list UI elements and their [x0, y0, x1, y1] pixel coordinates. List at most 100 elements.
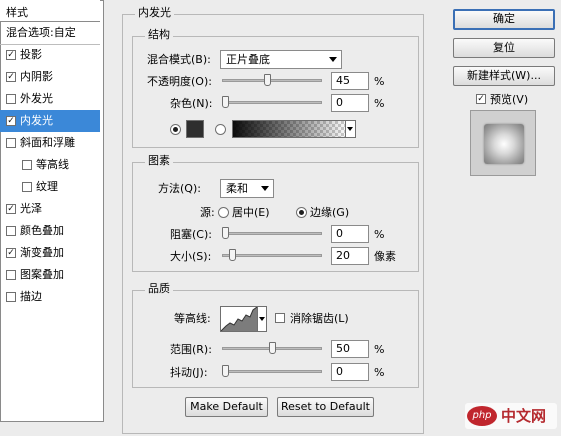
style-list-panel: 样式 混合选项:自定 ✓ 投影 ✓ 内阴影 外发光 ✓ 内发光 斜面和浮雕 等高线 纹理 ✓ 光泽 颜色叠… — [0, 0, 104, 422]
noise-value: 0 — [336, 96, 343, 109]
range-slider-thumb[interactable] — [269, 342, 276, 354]
reset-to-default-button[interactable]: Reset to Default — [277, 397, 374, 417]
style-item-satin[interactable]: ✓ 光泽 — [0, 198, 100, 220]
glow-color-swatch[interactable] — [186, 120, 204, 138]
blend-mode-select[interactable]: 正片叠底 — [220, 50, 342, 69]
style-item-outer-glow[interactable]: 外发光 — [0, 88, 100, 110]
style-item-checkbox[interactable]: ✓ — [6, 248, 16, 258]
reset-button[interactable]: 复位 — [453, 38, 555, 58]
gradient-radio[interactable] — [215, 124, 226, 135]
opacity-slider[interactable] — [222, 79, 322, 82]
watermark-text: 中文网 — [501, 407, 547, 425]
jitter-unit: % — [374, 366, 385, 379]
preview-thumbnail — [484, 124, 524, 164]
style-item-pattern-overlay[interactable]: 图案叠加 — [0, 264, 100, 286]
style-item-stroke[interactable]: 描边 — [0, 286, 100, 308]
antialias-checkbox[interactable] — [275, 313, 285, 323]
gradient-dropdown-icon[interactable] — [345, 121, 355, 137]
quality-title: 品质 — [145, 282, 173, 296]
style-preview — [470, 110, 536, 176]
style-item-color-overlay[interactable]: 颜色叠加 — [0, 220, 100, 242]
jitter-input[interactable]: 0 — [331, 363, 369, 381]
style-item-blend-options[interactable]: 混合选项:自定 — [0, 22, 100, 45]
new-style-button[interactable]: 新建样式(W)... — [453, 66, 555, 86]
style-item-checkbox[interactable]: ✓ — [6, 116, 16, 126]
choke-input[interactable]: 0 — [331, 225, 369, 243]
opacity-slider-thumb[interactable] — [264, 74, 271, 86]
elements-title: 图素 — [145, 154, 173, 168]
range-unit: % — [374, 343, 385, 356]
make-default-button[interactable]: Make Default — [185, 397, 268, 417]
style-item-label: 渐变叠加 — [20, 246, 64, 259]
size-slider[interactable] — [222, 254, 322, 257]
contour-picker[interactable] — [220, 306, 258, 332]
style-item-texture[interactable]: 纹理 — [0, 176, 100, 198]
style-item-inner-shadow[interactable]: ✓ 内阴影 — [0, 66, 100, 88]
style-item-label: 等高线 — [36, 158, 69, 171]
style-item-label: 光泽 — [20, 202, 42, 215]
range-input[interactable]: 50 — [331, 340, 369, 358]
style-item-checkbox[interactable] — [6, 94, 16, 104]
blend-mode-value: 正片叠底 — [226, 53, 270, 66]
source-center-radio[interactable] — [218, 207, 229, 218]
style-item-label: 纹理 — [36, 180, 58, 193]
jitter-slider[interactable] — [222, 370, 322, 373]
method-label: 方法(Q): — [158, 182, 201, 195]
opacity-unit: % — [374, 75, 385, 88]
range-value: 50 — [336, 342, 350, 355]
choke-label: 阻塞(C): — [170, 228, 212, 241]
noise-input[interactable]: 0 — [331, 94, 369, 112]
style-item-drop-shadow[interactable]: ✓ 投影 — [0, 44, 100, 66]
style-item-checkbox[interactable] — [22, 182, 32, 192]
blend-mode-label: 混合模式(B): — [147, 53, 211, 66]
style-item-label: 投影 — [20, 48, 42, 61]
style-item-checkbox[interactable] — [6, 270, 16, 280]
glow-gradient-picker[interactable] — [232, 120, 356, 138]
contour-dropdown-icon[interactable] — [258, 306, 267, 332]
style-item-checkbox[interactable] — [6, 226, 16, 236]
jitter-slider-thumb[interactable] — [222, 365, 229, 377]
opacity-value: 45 — [336, 74, 350, 87]
size-value: 20 — [336, 249, 350, 262]
choke-slider-thumb[interactable] — [222, 227, 229, 239]
style-item-bevel-emboss[interactable]: 斜面和浮雕 — [0, 132, 100, 154]
style-item-checkbox[interactable]: ✓ — [6, 72, 16, 82]
style-item-checkbox[interactable] — [6, 138, 16, 148]
watermark: php 中文网 — [465, 403, 557, 429]
source-edge-radio[interactable] — [296, 207, 307, 218]
style-item-contour[interactable]: 等高线 — [0, 154, 100, 176]
jitter-value: 0 — [336, 365, 343, 378]
choke-unit: % — [374, 228, 385, 241]
style-item-label: 内阴影 — [20, 70, 53, 83]
chevron-down-icon — [329, 57, 337, 62]
style-item-checkbox[interactable]: ✓ — [6, 204, 16, 214]
inner-glow-title: 内发光 — [135, 6, 174, 20]
php-logo: php — [467, 406, 497, 426]
source-edge-label: 边缘(G) — [310, 206, 350, 219]
opacity-label: 不透明度(O): — [147, 75, 212, 88]
jitter-label: 抖动(J): — [170, 366, 208, 379]
structure-title: 结构 — [145, 28, 173, 42]
style-item-gradient-overlay[interactable]: ✓ 渐变叠加 — [0, 242, 100, 264]
noise-slider[interactable] — [222, 101, 322, 104]
preview-label: 预览(V) — [490, 93, 529, 106]
choke-slider[interactable] — [222, 232, 322, 235]
noise-unit: % — [374, 97, 385, 110]
size-input[interactable]: 20 — [331, 247, 369, 265]
style-item-checkbox[interactable] — [6, 292, 16, 302]
style-item-label: 图案叠加 — [20, 268, 64, 281]
solid-color-radio[interactable] — [170, 124, 181, 135]
style-item-checkbox[interactable] — [22, 160, 32, 170]
size-slider-thumb[interactable] — [229, 249, 236, 261]
source-center-label: 居中(E) — [232, 206, 270, 219]
style-item-inner-glow[interactable]: ✓ 内发光 — [0, 110, 100, 132]
opacity-input[interactable]: 45 — [331, 72, 369, 90]
contour-curve-icon — [221, 307, 257, 331]
ok-button[interactable]: 确定 — [453, 9, 555, 30]
style-item-label: 颜色叠加 — [20, 224, 64, 237]
noise-slider-thumb[interactable] — [222, 96, 229, 108]
size-label: 大小(S): — [170, 250, 212, 263]
style-item-checkbox[interactable]: ✓ — [6, 50, 16, 60]
method-select[interactable]: 柔和 — [220, 179, 274, 198]
preview-checkbox[interactable]: ✓ — [476, 94, 486, 104]
